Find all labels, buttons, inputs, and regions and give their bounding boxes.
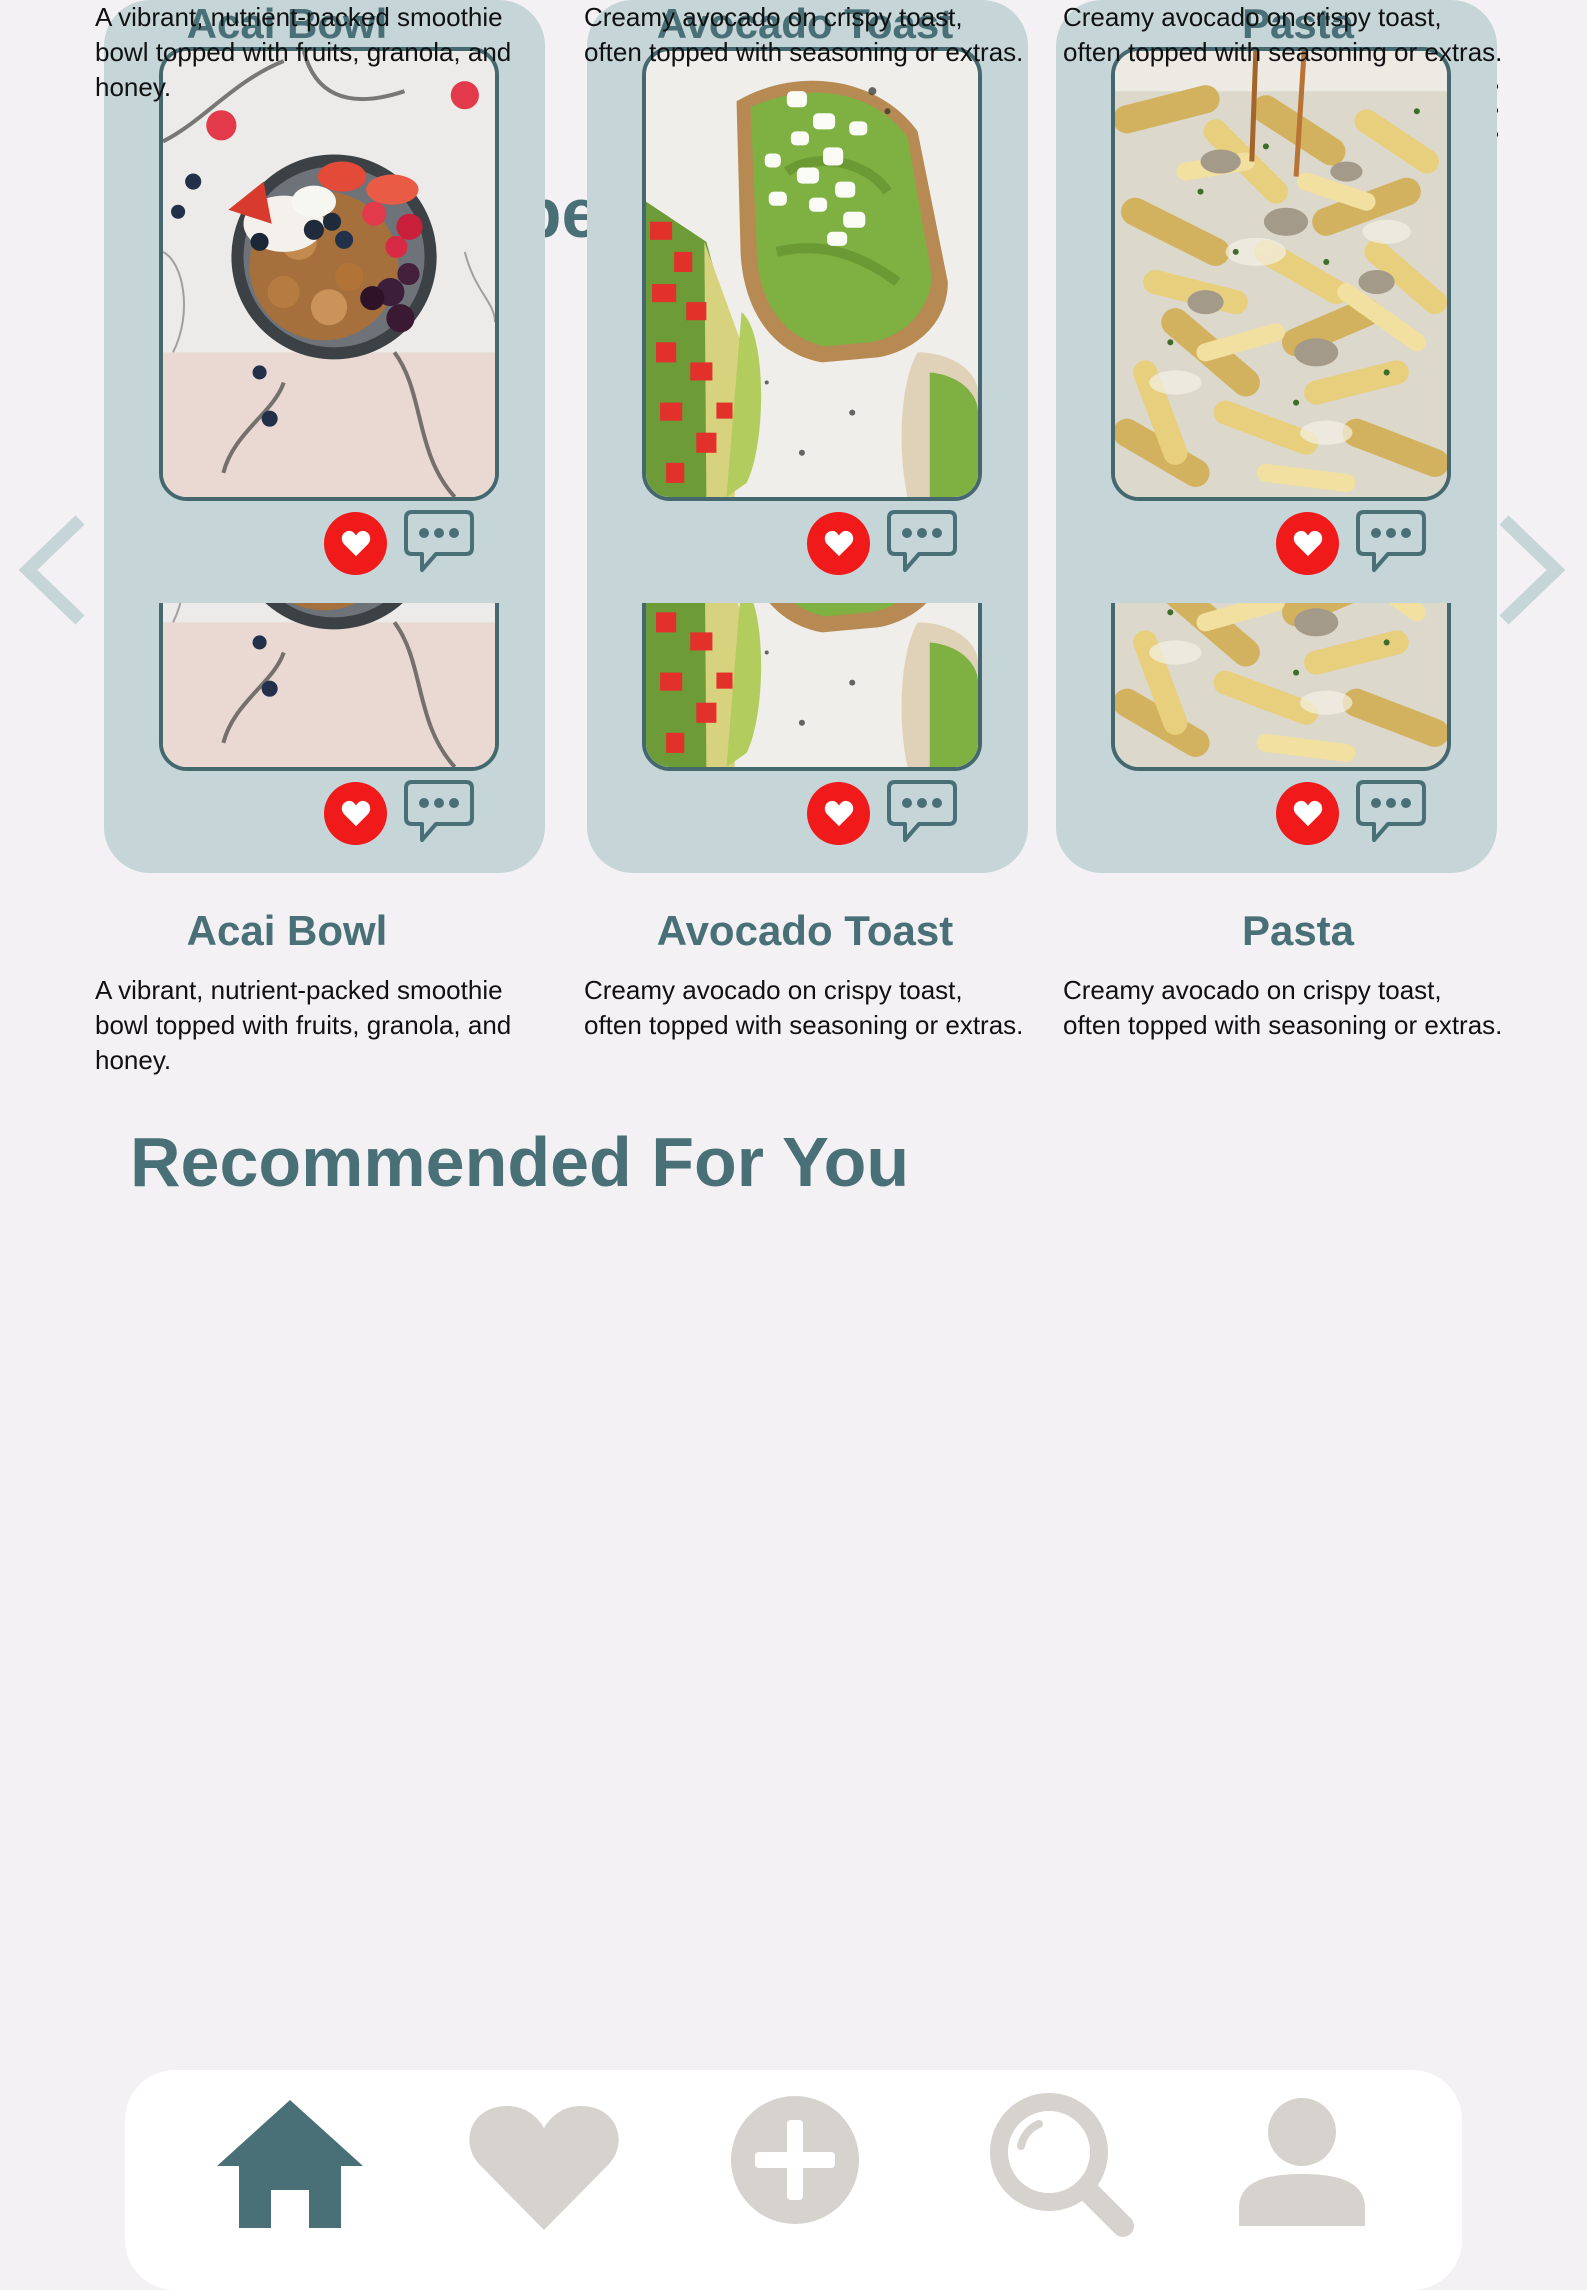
nav-search-icon[interactable] — [987, 2090, 1137, 2240]
recipe-description: Creamy avocado on crispy toast, often to… — [1063, 975, 1503, 1040]
nav-home-icon[interactable] — [215, 2098, 365, 2228]
comment-icon[interactable] — [885, 508, 959, 574]
recipe-title[interactable]: Pasta — [1078, 907, 1518, 955]
pasta-photo[interactable] — [1111, 47, 1451, 501]
heart-icon[interactable] — [1276, 512, 1339, 575]
bottom-nav-bar — [125, 2070, 1462, 2290]
recipe-description: Creamy avocado on crispy toast, often to… — [1063, 2, 1503, 67]
recipe-description: A vibrant, nutrient-packed smoothie bowl… — [95, 975, 512, 1075]
avocado-toast-photo[interactable] — [642, 47, 982, 501]
recipe-card[interactable] — [1056, 0, 1497, 603]
heart-icon[interactable] — [1276, 782, 1339, 845]
heart-icon[interactable] — [807, 782, 870, 845]
recipe-description: Creamy avocado on crispy toast, often to… — [584, 975, 1024, 1040]
comment-icon[interactable] — [1354, 778, 1428, 844]
recipe-description: Creamy avocado on crispy toast, often to… — [584, 2, 1024, 67]
comment-icon[interactable] — [402, 778, 476, 844]
section-title-recommended: Recommended For You — [130, 1123, 910, 1201]
chevron-left-icon[interactable] — [16, 512, 88, 628]
recipe-card[interactable] — [587, 0, 1028, 603]
heart-icon[interactable] — [324, 512, 387, 575]
recipe-title[interactable]: Acai Bowl — [67, 907, 507, 955]
recipe-title[interactable]: Avocado Toast — [585, 907, 1025, 955]
recipe-description: A vibrant, nutrient-packed smoothie bowl… — [95, 2, 512, 102]
nav-profile-icon[interactable] — [1237, 2096, 1367, 2226]
comment-icon[interactable] — [402, 508, 476, 574]
heart-icon[interactable] — [807, 512, 870, 575]
nav-add-icon[interactable] — [729, 2094, 861, 2226]
acai-bowl-photo[interactable] — [159, 47, 499, 501]
chevron-right-icon[interactable] — [1496, 512, 1568, 628]
comment-icon[interactable] — [1354, 508, 1428, 574]
comment-icon[interactable] — [885, 778, 959, 844]
nav-favorites-icon[interactable] — [469, 2102, 619, 2232]
heart-icon[interactable] — [324, 782, 387, 845]
